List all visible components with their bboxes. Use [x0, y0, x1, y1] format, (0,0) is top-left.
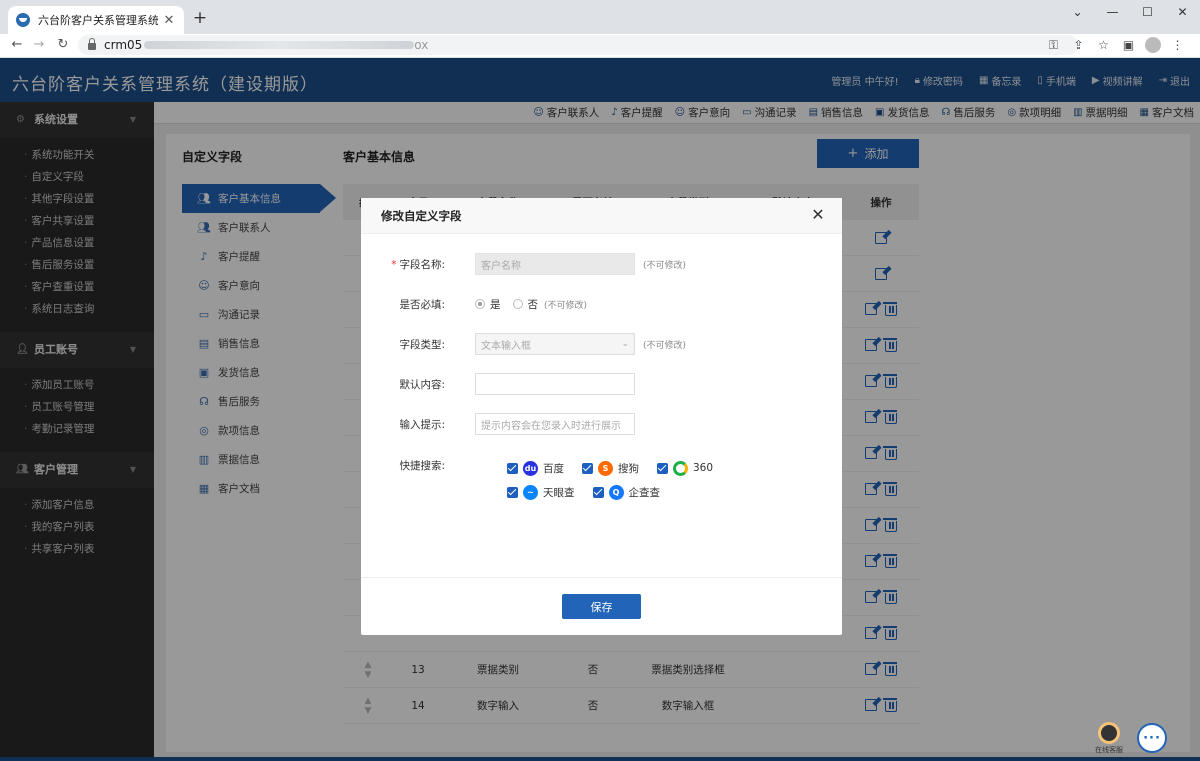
360-logo-icon [673, 460, 688, 476]
checkbox-checked-icon [582, 462, 593, 474]
browser-actions: ⚿ ⇪ ☆ ▣ ⋮ [1041, 34, 1190, 56]
bookmark-star-icon[interactable]: ☆ [1091, 34, 1116, 56]
browser-tab[interactable]: 六台阶客户关系管理系统（建设期版） ✕ [8, 6, 184, 34]
radio-checked-icon [475, 299, 485, 309]
key-icon[interactable]: ⚿ [1041, 34, 1066, 56]
tianyancha-logo-icon: ~ [523, 484, 538, 500]
input-hint-row: 输入提示: 提示内容会在您录入时进行展示 [361, 413, 842, 435]
address-bar: ← → ↻ crm05 ox ⚿ ⇪ ☆ ▣ ⋮ [0, 34, 1200, 58]
sidepanel-icon[interactable]: ▣ [1116, 34, 1141, 56]
required-no-radio[interactable]: 否 [512, 297, 538, 312]
not-editable-note: (不可修改) [544, 300, 588, 311]
save-button[interactable]: 保存 [562, 594, 641, 619]
quick-search-tianyancha[interactable]: ~ 天眼查 [507, 484, 575, 500]
not-editable-note: (不可修改) [643, 340, 687, 351]
not-editable-note: (不可修改) [643, 260, 687, 271]
share-icon[interactable]: ⇪ [1066, 34, 1091, 56]
app-favicon-icon [16, 13, 30, 27]
baidu-logo-icon: du [523, 460, 538, 476]
quick-search-options: du 百度 S 搜狗 360 ~ 天眼查 Q 企查查 [507, 456, 807, 504]
online-service-widget[interactable]: 在线客服 [1092, 722, 1126, 755]
modal-close-icon[interactable]: ✕ [808, 205, 828, 224]
url-text: crm05 [104, 38, 143, 52]
window-close-icon[interactable]: ✕ [1165, 0, 1200, 24]
service-agent-icon [1098, 722, 1120, 744]
checkbox-checked-icon [592, 486, 604, 498]
profile-avatar-icon[interactable] [1145, 37, 1161, 53]
chat-bubble-icon[interactable]: ··· [1137, 723, 1167, 753]
edit-field-modal: 修改自定义字段 ✕ * 字段名称: 客户名称 (不可修改) 是否必填: 是 否 (… [361, 198, 842, 635]
default-content-input[interactable] [475, 373, 635, 395]
quick-search-qichacha[interactable]: Q 企查查 [592, 484, 660, 500]
url-input[interactable]: crm05 ox [78, 35, 1078, 55]
window-controls: ⌄ — ☐ ✕ [1060, 0, 1200, 34]
qichacha-logo-icon: Q [608, 484, 624, 500]
new-tab-icon[interactable]: + [190, 8, 210, 28]
url-redacted [144, 41, 415, 49]
online-service-label: 在线客服 [1095, 746, 1123, 754]
input-hint-input[interactable]: 提示内容会在您录入时进行展示 [475, 413, 635, 435]
checkbox-checked-icon [657, 462, 668, 474]
modal-footer: 保存 [361, 577, 842, 635]
checkbox-checked-icon [507, 462, 518, 474]
field-name-input[interactable]: 客户名称 [475, 253, 635, 275]
browser-tabbar: 六台阶客户关系管理系统（建设期版） ✕ + ⌄ — ☐ ✕ [0, 0, 1200, 34]
checkbox-checked-icon [507, 486, 518, 498]
tab-search-chevron-icon[interactable]: ⌄ [1060, 0, 1095, 24]
quick-search-baidu[interactable]: du 百度 [507, 460, 564, 476]
modal-header: 修改自定义字段 ✕ [361, 198, 842, 234]
reload-icon[interactable]: ↻ [52, 34, 74, 56]
radio-unchecked-icon [512, 299, 523, 309]
back-icon[interactable]: ← [6, 34, 28, 56]
modal-title: 修改自定义字段 [381, 208, 462, 223]
minimize-icon[interactable]: — [1095, 0, 1130, 24]
required-asterisk: * [391, 258, 397, 271]
default-content-row: 默认内容: [361, 373, 842, 395]
url-tail: ox [414, 38, 429, 52]
chevron-down-icon: ⌄ [621, 339, 629, 349]
required-yes-radio[interactable]: 是 [475, 297, 501, 312]
field-type-select[interactable]: 文本输入框 ⌄ [475, 333, 635, 355]
maximize-icon[interactable]: ☐ [1130, 0, 1165, 24]
tab-close-icon[interactable]: ✕ [162, 13, 176, 28]
field-name-row: * 字段名称: 客户名称 (不可修改) [361, 253, 842, 275]
quick-search-label-row: 快捷搜索: [399, 459, 445, 472]
quick-search-360[interactable]: 360 [657, 460, 713, 476]
required-row: 是否必填: 是 否 (不可修改) [399, 297, 588, 312]
browser-tab-title: 六台阶客户关系管理系统（建设期版） [38, 14, 158, 27]
forward-icon[interactable]: → [28, 34, 50, 56]
lock-icon [88, 38, 96, 50]
quick-search-sogou[interactable]: S 搜狗 [582, 460, 639, 476]
field-type-row: 字段类型: 文本输入框 ⌄ (不可修改) [361, 333, 842, 355]
menu-dots-icon[interactable]: ⋮ [1165, 34, 1190, 56]
sogou-logo-icon: S [598, 460, 613, 476]
